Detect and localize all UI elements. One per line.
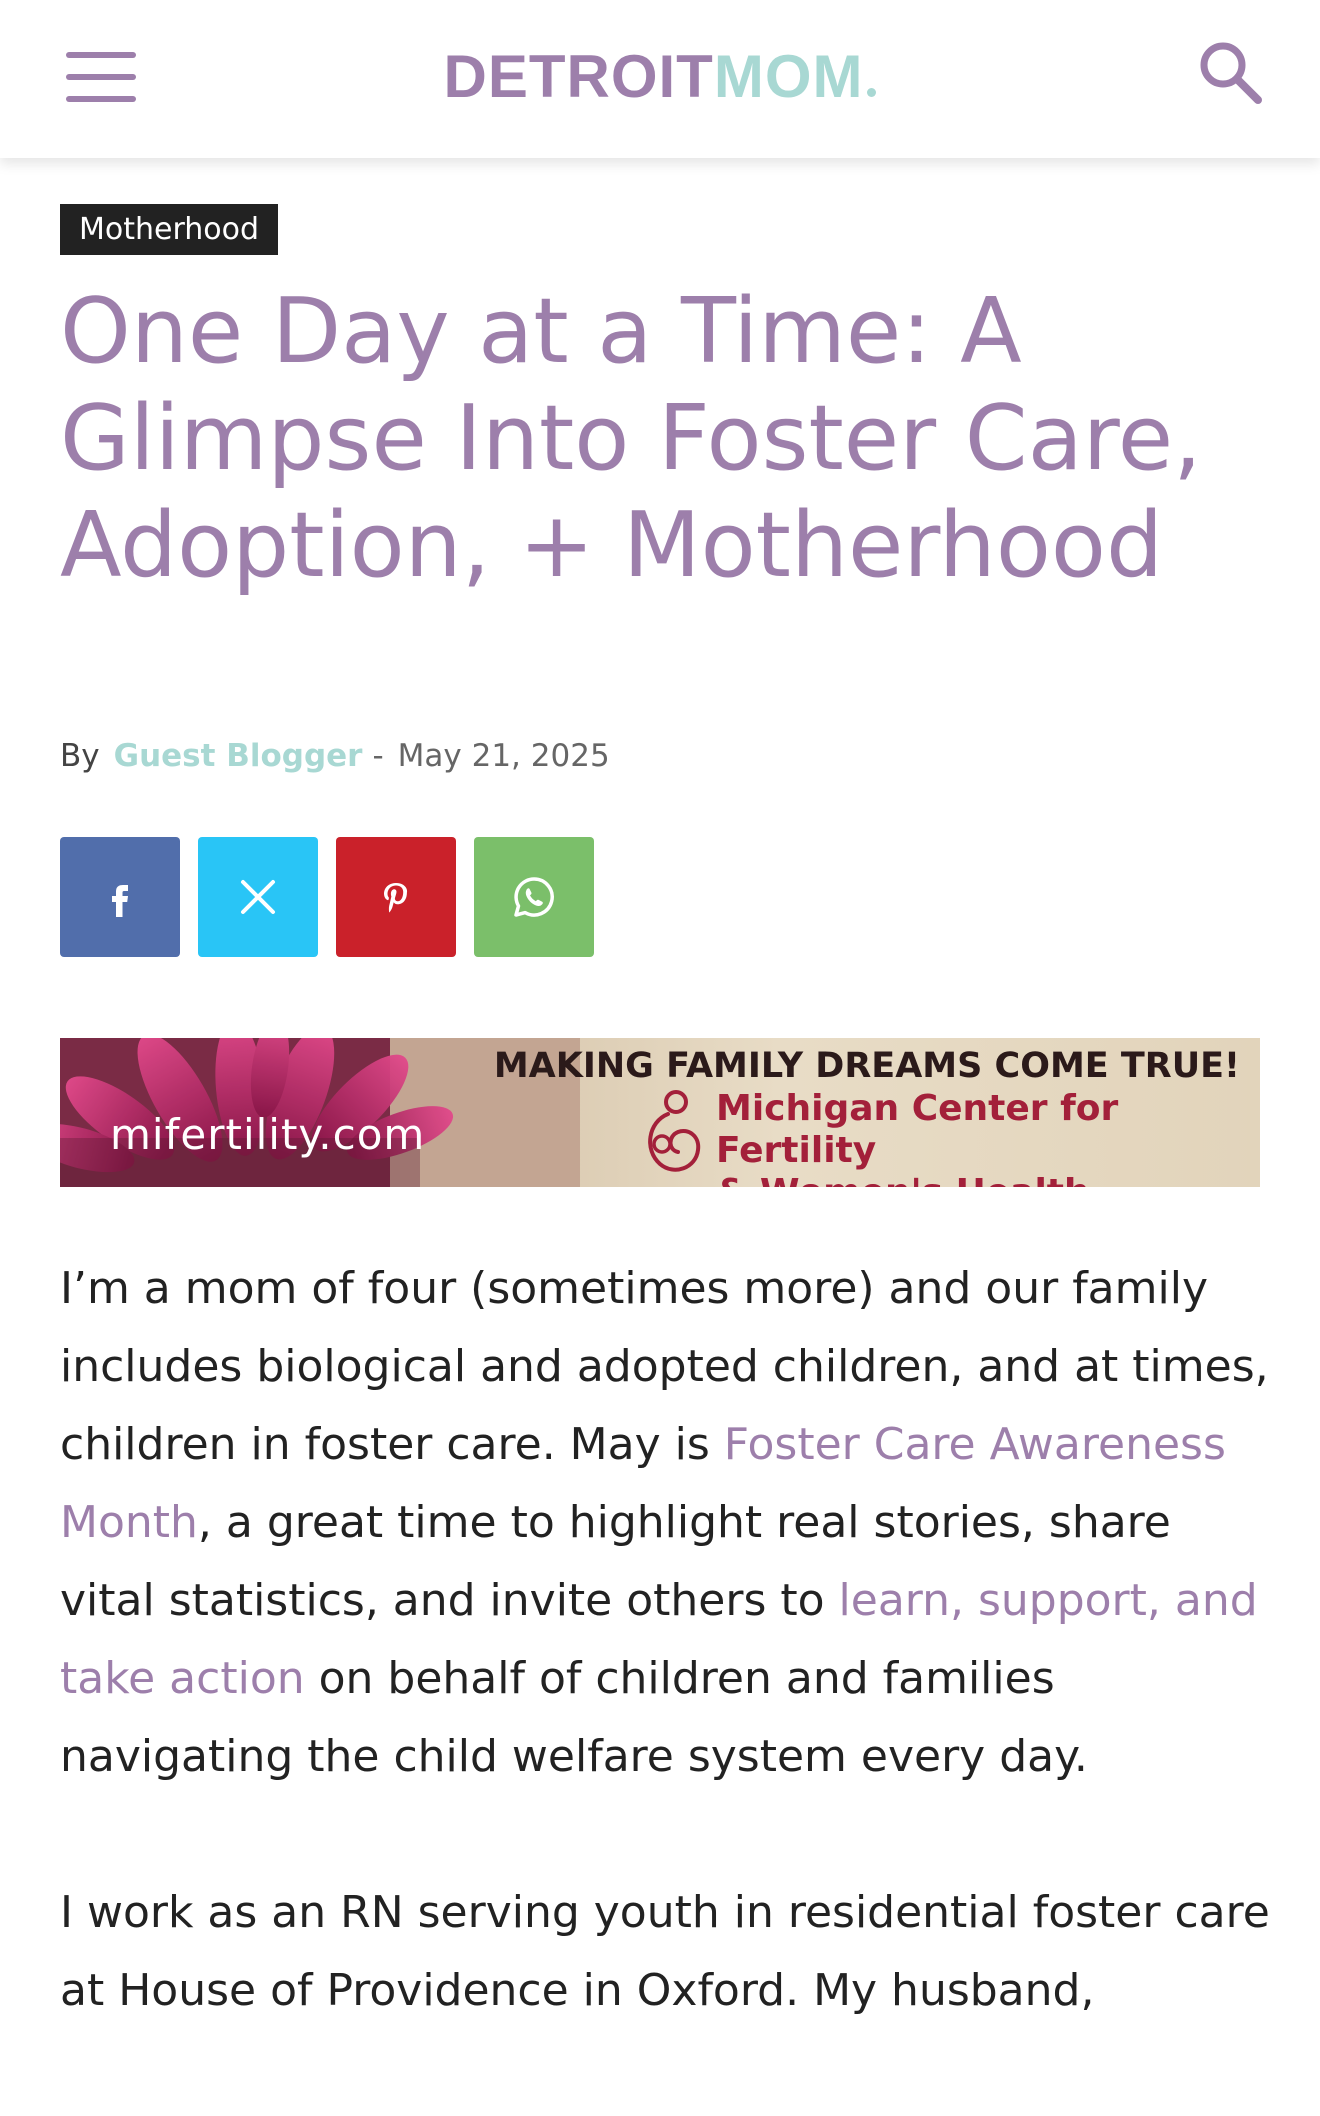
share-buttons [60, 837, 594, 957]
ad-org-line2: & Women's Health [716, 1172, 1260, 1187]
pinterest-icon [384, 883, 408, 913]
publish-date: May 21, 2025 [397, 738, 610, 774]
author-link[interactable]: Guest Blogger [114, 738, 363, 774]
logo-mom: MOM [713, 43, 864, 110]
paragraph-1: I’m a mom of four (sometimes more) and o… [60, 1250, 1270, 1796]
x-share-button[interactable] [198, 837, 318, 957]
ad-org-line1: Michigan Center for Fertility [716, 1088, 1119, 1171]
facebook-icon [112, 885, 128, 917]
logo-detroit: DETROIT [443, 43, 714, 110]
mother-child-logo-icon [648, 1090, 701, 1172]
article-body: I’m a mom of four (sometimes more) and o… [60, 1250, 1270, 2108]
facebook-share-button[interactable] [60, 837, 180, 957]
article-title: One Day at a Time: A Glimpse Into Foster… [60, 279, 1202, 598]
by-label: By [60, 738, 100, 774]
pinterest-share-button[interactable] [336, 837, 456, 957]
fertility-ad-banner[interactable]: mifertility.com MAKING FAMILY DREAMS COM… [60, 1038, 1260, 1187]
ad-organization: Michigan Center for Fertility & Women's … [716, 1088, 1260, 1187]
paragraph-2: I work as an RN serving youth in residen… [60, 1887, 1270, 2016]
article-meta: By Guest Blogger - May 21, 2025 [60, 738, 610, 774]
whatsapp-icon [514, 877, 554, 917]
logo-dot [867, 88, 877, 97]
whatsapp-share-button[interactable] [474, 837, 594, 957]
meta-separator: - [372, 738, 384, 774]
ad-tagline: MAKING FAMILY DREAMS COME TRUE! [493, 1046, 1240, 1086]
x-icon [241, 880, 275, 914]
ad-url: mifertility.com [110, 1110, 426, 1159]
category-tag[interactable]: Motherhood [60, 204, 279, 255]
site-logo[interactable]: DETROITMOM [0, 42, 1320, 111]
search-icon[interactable] [1196, 38, 1264, 106]
site-header: DETROITMOM [0, 0, 1320, 158]
